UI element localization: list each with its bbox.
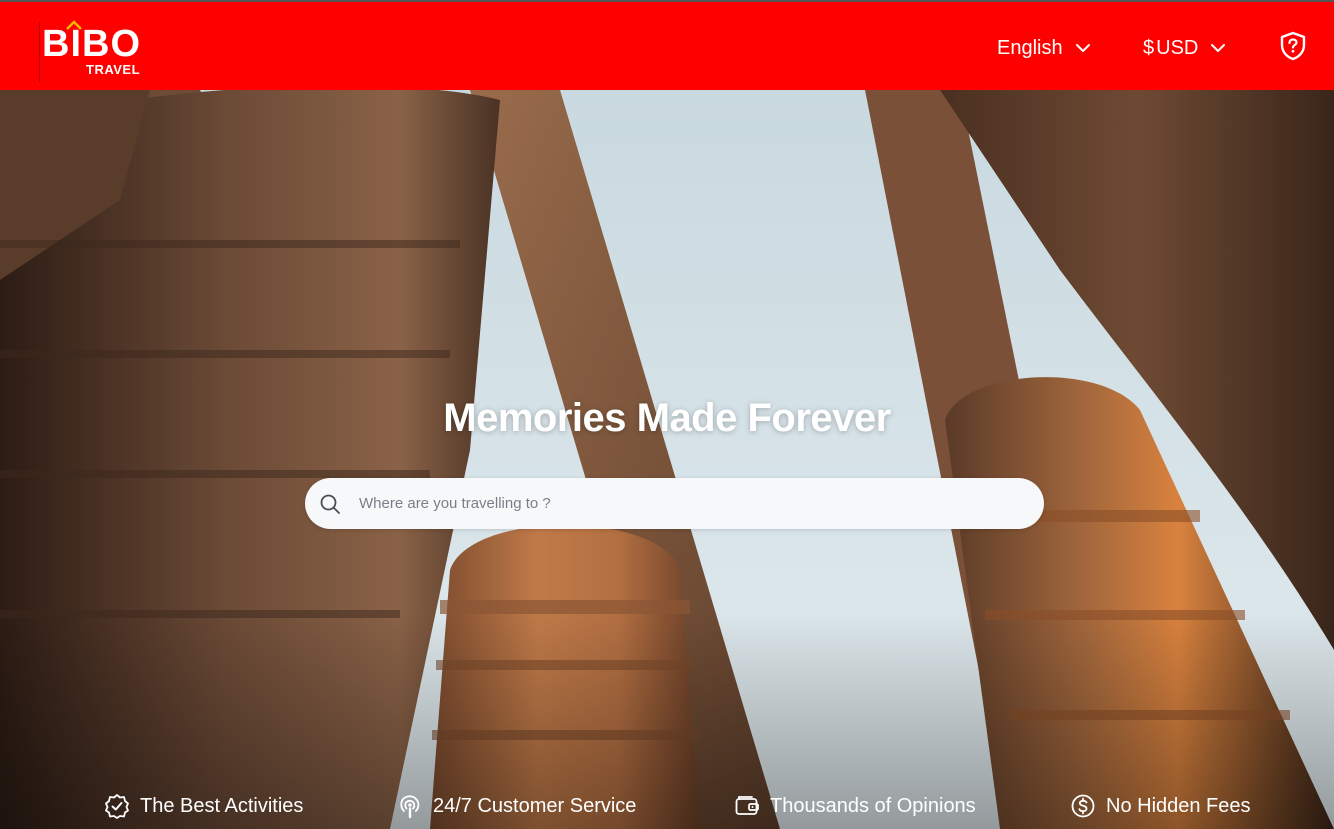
search-icon [319, 493, 341, 515]
podcast-icon [397, 793, 423, 819]
bibo-travel-logo[interactable]: BIBO TRAVEL [39, 16, 150, 82]
feature-label: 24/7 Customer Service [433, 794, 637, 817]
currency-symbol: $ [1143, 36, 1155, 59]
chevron-down-icon [1075, 43, 1091, 53]
badge-check-icon [104, 793, 130, 819]
shield-question-icon [1279, 31, 1307, 67]
logo-wordmark: BIBO [42, 23, 141, 65]
currency-label: USD [1156, 36, 1199, 59]
destination-search-input[interactable] [357, 494, 1001, 513]
wallet-icon [734, 793, 760, 819]
hero-banner: Memories Made Forever [0, 90, 1334, 829]
feature-opinions: Thousands of Opinions [734, 792, 976, 820]
language-label: English [997, 36, 1063, 59]
logo-subtitle: TRAVEL [86, 62, 141, 77]
chevron-down-icon [1210, 43, 1226, 53]
feature-best-activities: The Best Activities [104, 792, 303, 820]
dollar-circle-icon [1070, 793, 1096, 819]
feature-no-hidden-fees: No Hidden Fees [1070, 792, 1251, 820]
currency-selector[interactable]: $ USD [1143, 32, 1226, 64]
hero-title: Memories Made Forever [443, 396, 891, 440]
top-navigation-bar: BIBO TRAVEL English $ USD [0, 0, 1334, 90]
feature-customer-service: 24/7 Customer Service [397, 792, 636, 820]
temple-columns-image [0, 90, 1334, 829]
language-selector[interactable]: English [997, 32, 1091, 64]
feature-label: No Hidden Fees [1106, 794, 1251, 817]
destination-search-bar[interactable] [305, 478, 1044, 529]
feature-label: Thousands of Opinions [770, 794, 976, 817]
logo-divider [39, 22, 40, 82]
help-button[interactable] [1279, 31, 1307, 67]
feature-label: The Best Activities [140, 794, 304, 817]
